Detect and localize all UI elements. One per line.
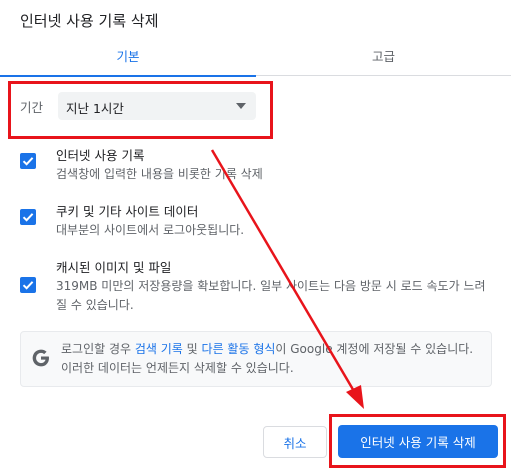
account-info-text: 로그인할 경우 검색 기록 및 다른 활동 형식이 Google 계정에 저장될… (61, 340, 481, 378)
info-text-part1: 로그인할 경우 (61, 342, 135, 356)
account-info-box: 로그인할 경우 검색 기록 및 다른 활동 형식이 Google 계정에 저장될… (20, 331, 492, 387)
browsing-history-title: 인터넷 사용 기록 (56, 148, 145, 163)
cookies-description: 대부분의 사이트에서 로그아웃됩니다. (56, 223, 245, 237)
browsing-history-description: 검색창에 입력한 내용을 비롯한 기록 삭제 (56, 167, 263, 181)
option-cached-files: 캐시된 이미지 및 파일 319MB 미만의 저장용량을 확보합니다. 일부 사… (20, 257, 490, 317)
dialog-title: 인터넷 사용 기록 삭제 (20, 12, 159, 30)
caret-down-icon (236, 103, 246, 109)
cancel-button[interactable]: 취소 (263, 426, 327, 458)
cached-files-checkbox[interactable] (20, 277, 36, 293)
active-tab-indicator (0, 75, 256, 77)
cookies-checkbox[interactable] (20, 209, 36, 225)
cookies-title: 쿠키 및 기타 사이트 데이터 (56, 204, 199, 219)
tab-basic[interactable]: 기본 (0, 42, 256, 77)
option-browsing-history: 인터넷 사용 기록 검색창에 입력한 내용을 비롯한 기록 삭제 (20, 145, 490, 185)
option-cookies: 쿠키 및 기타 사이트 데이터 대부분의 사이트에서 로그아웃됩니다. (20, 201, 490, 241)
clear-browsing-data-dialog: 인터넷 사용 기록 삭제 기본 고급 기간 지난 1시간 인터넷 사용 기록 검… (0, 0, 511, 473)
browsing-history-checkbox[interactable] (20, 153, 36, 169)
tab-advanced[interactable]: 고급 (256, 42, 511, 76)
time-range-value: 지난 1시간 (66, 101, 124, 116)
info-text-part2: 및 (182, 342, 202, 356)
google-g-icon (32, 349, 49, 367)
checkmark-icon (22, 157, 34, 166)
clear-data-button[interactable]: 인터넷 사용 기록 삭제 (338, 425, 498, 458)
cached-files-description: 319MB 미만의 저장용량을 확보합니다. 일부 사이트는 다음 방문 시 로… (56, 279, 486, 312)
tab-bar: 기본 고급 (0, 42, 511, 77)
time-range-select[interactable]: 지난 1시간 (58, 92, 256, 120)
time-range-label: 기간 (20, 100, 44, 115)
checkmark-icon (22, 281, 34, 290)
tab-advanced-label: 고급 (371, 49, 395, 64)
tab-basic-label: 기본 (116, 49, 140, 64)
cached-files-title: 캐시된 이미지 및 파일 (56, 260, 172, 275)
checkmark-icon (22, 213, 34, 222)
search-history-link[interactable]: 검색 기록 (135, 342, 183, 356)
other-activity-link[interactable]: 다른 활동 형식 (202, 342, 276, 356)
